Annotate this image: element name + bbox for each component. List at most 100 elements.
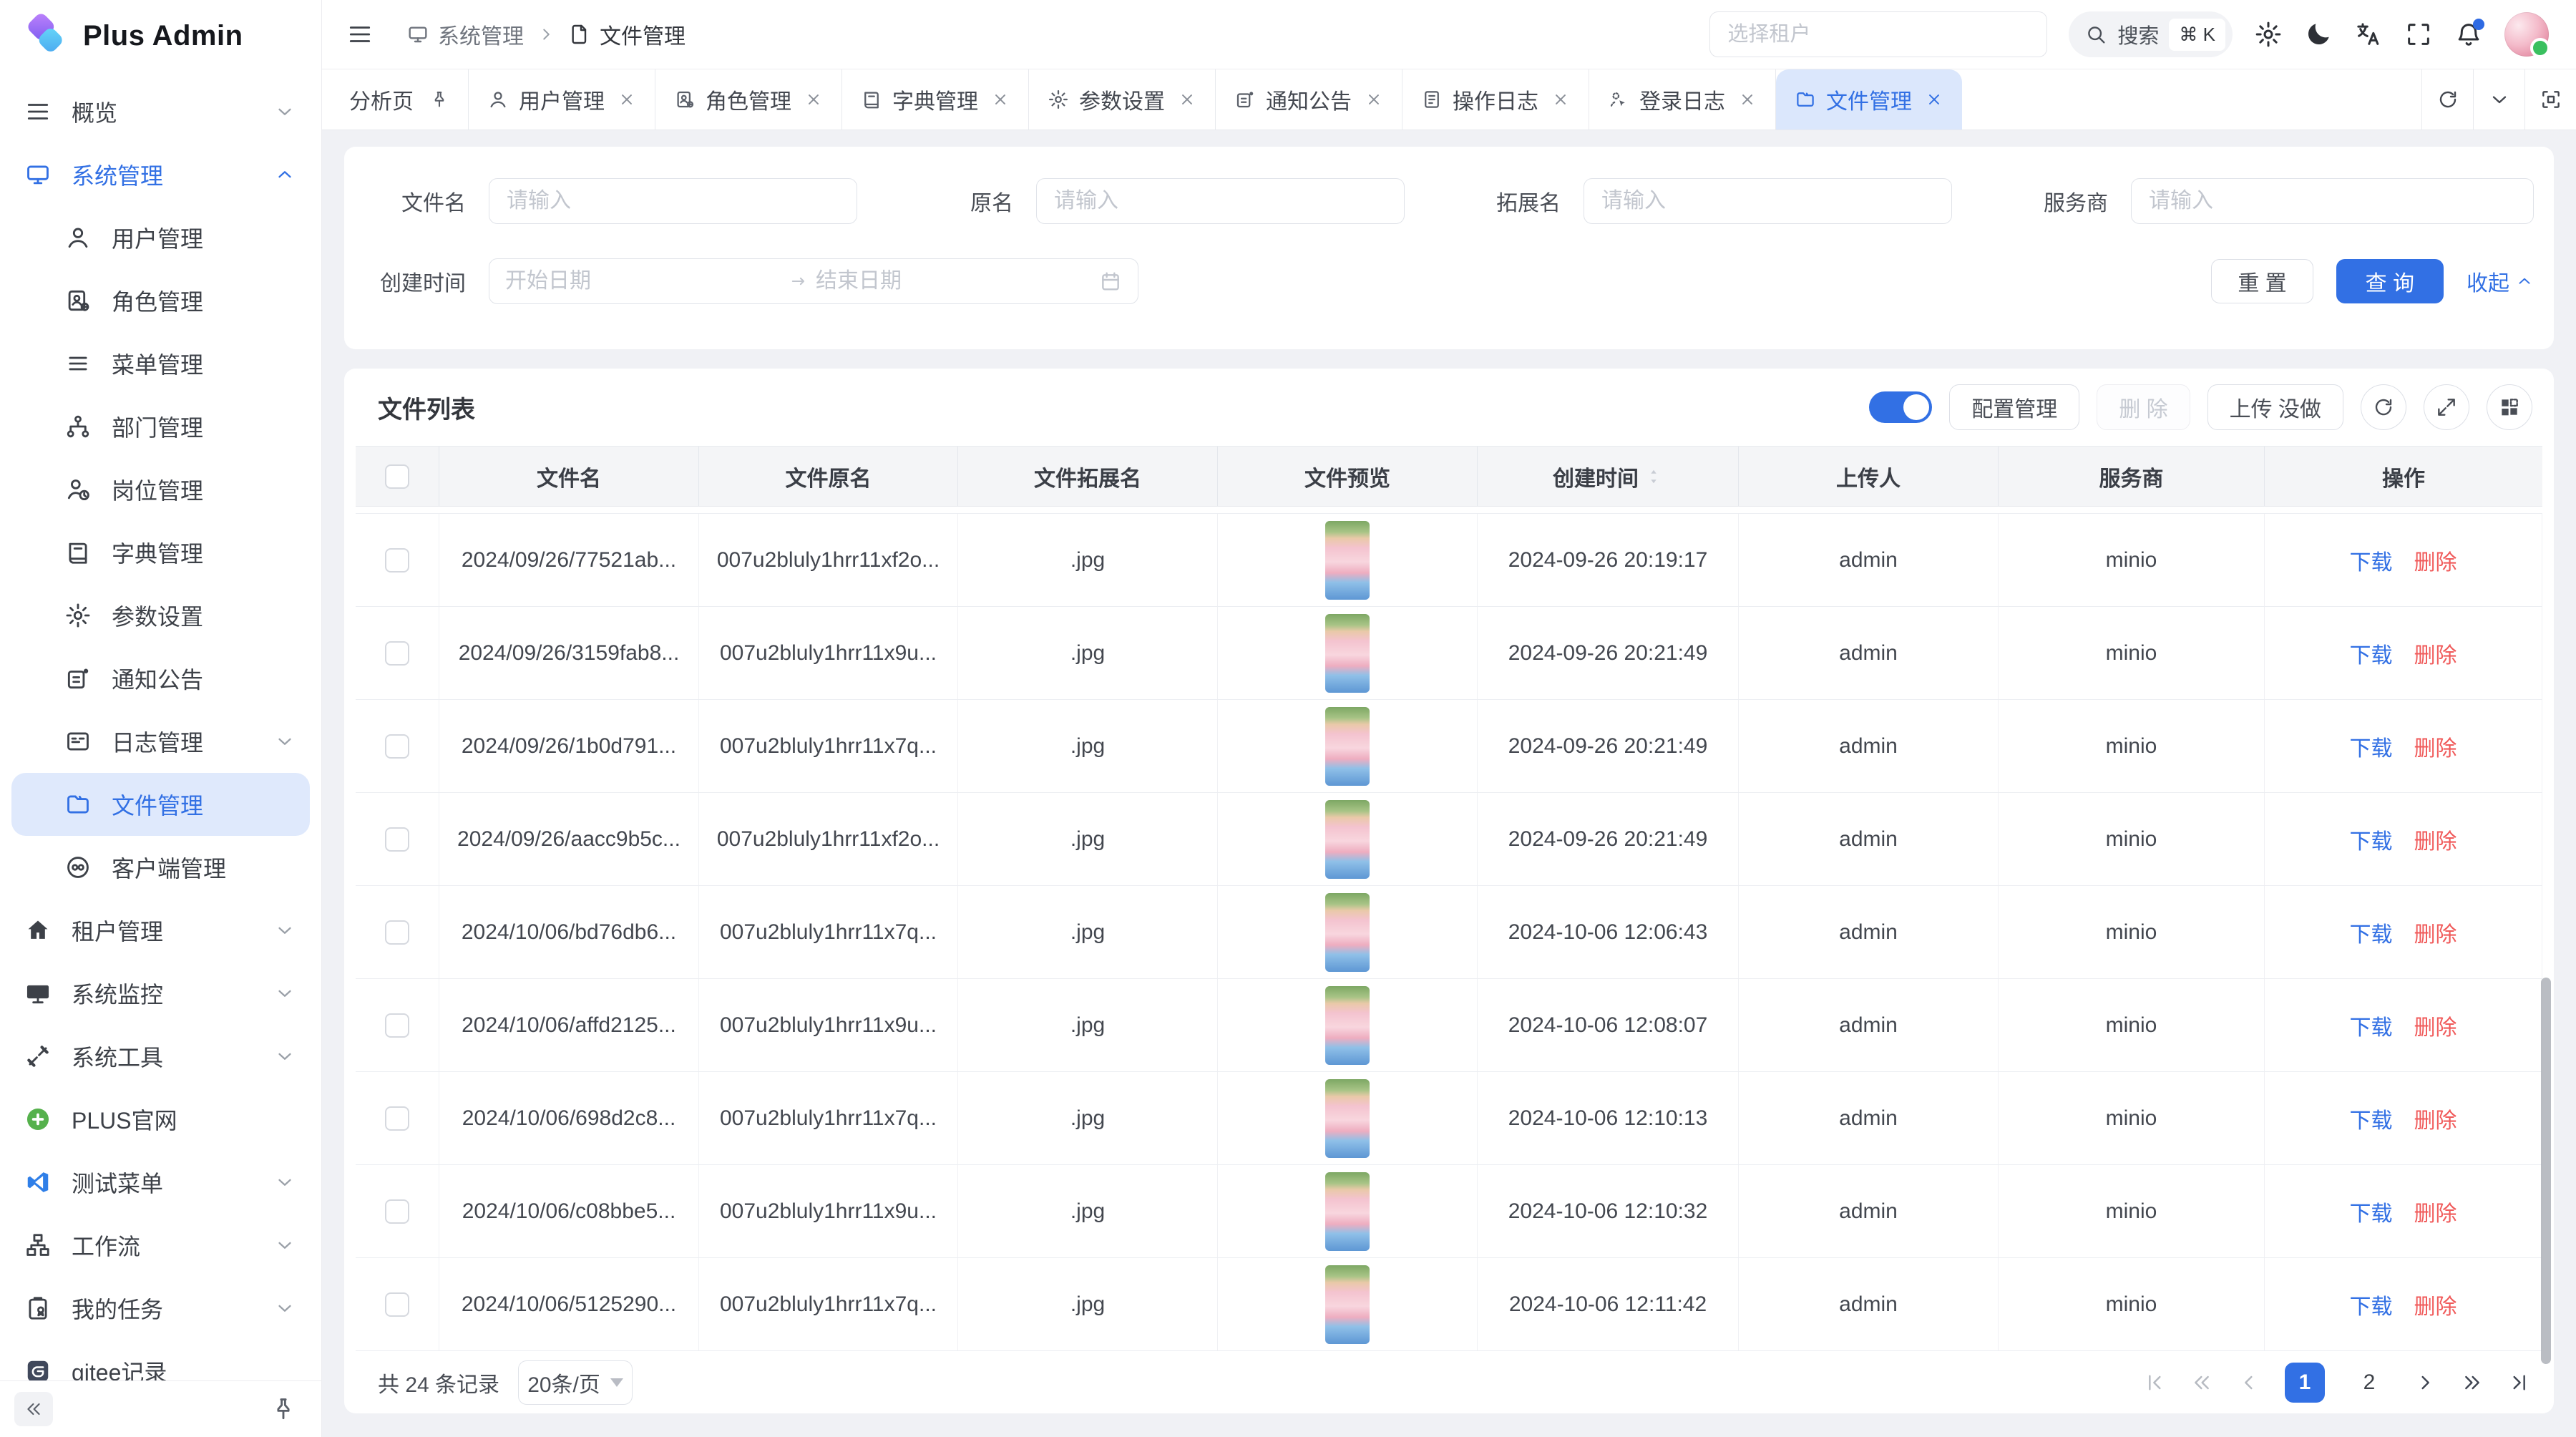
sidebar-item[interactable]: 我的任务 [11,1277,310,1340]
last-page-icon[interactable] [2508,1371,2531,1394]
row-checkbox[interactable] [385,827,409,852]
column-header[interactable]: 创建时间 [1478,447,1739,506]
sidebar-item[interactable]: 用户管理 [11,206,310,269]
collapse-filters-link[interactable]: 收起 [2467,266,2534,297]
global-search[interactable]: 搜索 ⌘ K [2069,11,2233,57]
delete-link[interactable]: 删除 [2414,1103,2457,1134]
file-preview-image[interactable] [1325,707,1370,786]
file-preview-image[interactable] [1325,1265,1370,1344]
delete-link[interactable]: 删除 [2414,1289,2457,1320]
search-button[interactable]: 查 询 [2336,259,2444,303]
sidebar-item[interactable]: 参数设置 [11,584,310,647]
tab[interactable]: 登录日志 [1589,69,1776,130]
column-header[interactable]: 操作 [2265,447,2542,506]
sidebar-item[interactable]: 菜单管理 [11,332,310,395]
row-checkbox[interactable] [385,1199,409,1224]
tenant-select-input[interactable] [1709,11,2047,57]
sidebar-item[interactable]: 系统监控 [11,962,310,1025]
sidebar-item[interactable]: 测试菜单 [11,1151,310,1214]
upload-button[interactable]: 上传 没做 [2207,384,2343,430]
next-double-icon[interactable] [2461,1371,2484,1394]
column-header[interactable]: 上传人 [1739,447,1999,506]
close-icon[interactable] [991,90,1010,109]
breadcrumb-item[interactable]: 系统管理 [406,19,524,50]
table-scrollbar-thumb[interactable] [2541,978,2551,1364]
delete-link[interactable]: 删除 [2414,731,2457,762]
delete-link[interactable]: 删除 [2414,545,2457,576]
row-checkbox[interactable] [385,1106,409,1131]
page-number[interactable]: 1 [2285,1363,2325,1403]
file-preview-image[interactable] [1325,893,1370,972]
download-link[interactable]: 下载 [2350,545,2393,576]
delete-link[interactable]: 删除 [2414,917,2457,948]
file-preview-image[interactable] [1325,800,1370,879]
row-checkbox[interactable] [385,920,409,945]
sidebar-item[interactable]: 概览 [11,80,310,143]
breadcrumb-item[interactable]: 文件管理 [568,19,686,50]
download-link[interactable]: 下载 [2350,824,2393,855]
sidebar-item[interactable]: 文件管理 [11,773,310,836]
sidebar-item[interactable]: 系统工具 [11,1025,310,1088]
row-checkbox[interactable] [385,641,409,666]
tab[interactable]: 角色管理 [655,69,842,130]
sidebar-item[interactable]: 租户管理 [11,899,310,962]
delete-link[interactable]: 删除 [2414,1196,2457,1227]
close-icon[interactable] [1178,90,1196,109]
tab[interactable]: 操作日志 [1402,69,1589,130]
filter-input[interactable] [1584,178,1952,224]
sidebar-item[interactable]: 字典管理 [11,521,310,584]
sidebar-item[interactable]: 系统管理 [11,143,310,206]
sidebar-item[interactable]: 岗位管理 [11,458,310,521]
start-date-input[interactable] [505,269,781,293]
column-header[interactable]: 文件名 [439,447,699,506]
delete-link[interactable]: 删除 [2414,824,2457,855]
download-link[interactable]: 下载 [2350,1196,2393,1227]
close-icon[interactable] [804,90,823,109]
close-icon[interactable] [618,90,636,109]
tab[interactable]: 文件管理 [1776,69,1962,130]
row-checkbox[interactable] [385,734,409,759]
file-preview-image[interactable] [1325,1172,1370,1251]
config-manage-button[interactable]: 配置管理 [1949,384,2079,430]
sort-icon[interactable] [1644,464,1663,489]
row-checkbox[interactable] [385,1013,409,1038]
pin-icon[interactable] [270,1395,297,1423]
column-header[interactable]: 文件拓展名 [958,447,1218,506]
download-link[interactable]: 下载 [2350,917,2393,948]
download-link[interactable]: 下载 [2350,1103,2393,1134]
hamburger-icon[interactable] [346,21,374,48]
reset-button[interactable]: 重 置 [2211,259,2313,303]
select-all-checkbox[interactable] [385,464,409,489]
tab[interactable]: 用户管理 [469,69,655,130]
sidebar-item[interactable]: 客户端管理 [11,836,310,899]
close-icon[interactable] [1551,90,1570,109]
close-icon[interactable] [1925,90,1943,109]
file-preview-image[interactable] [1325,986,1370,1065]
column-header[interactable]: 文件预览 [1218,447,1478,506]
delete-button[interactable]: 删 除 [2097,384,2190,430]
sidebar-item[interactable]: PLUS官网 [11,1088,310,1151]
page-number[interactable]: 2 [2349,1363,2389,1403]
sidebar-item[interactable]: 工作流 [11,1214,310,1277]
prev-double-icon[interactable] [2190,1371,2213,1394]
download-link[interactable]: 下载 [2350,1010,2393,1041]
delete-link[interactable]: 删除 [2414,638,2457,669]
tab[interactable]: 参数设置 [1029,69,1216,130]
sidebar-item[interactable]: 通知公告 [11,647,310,710]
row-checkbox[interactable] [385,1292,409,1317]
sidebar-collapse-button[interactable] [14,1392,53,1426]
row-checkbox[interactable] [385,548,409,573]
filter-input[interactable] [2131,178,2534,224]
close-icon[interactable] [1365,90,1383,109]
page-size-select[interactable]: 20条/页 [518,1360,633,1405]
search-panel-toggle[interactable] [1869,391,1932,423]
sidebar-item[interactable]: 角色管理 [11,269,310,332]
column-header[interactable]: 文件原名 [699,447,958,506]
column-header[interactable]: 服务商 [1999,447,2265,506]
close-icon[interactable] [1738,90,1757,109]
tab[interactable]: 分析页 [331,69,469,130]
sidebar-item[interactable]: 部门管理 [11,395,310,458]
tab[interactable]: 通知公告 [1216,69,1402,130]
file-preview-image[interactable] [1325,1079,1370,1158]
download-link[interactable]: 下载 [2350,731,2393,762]
